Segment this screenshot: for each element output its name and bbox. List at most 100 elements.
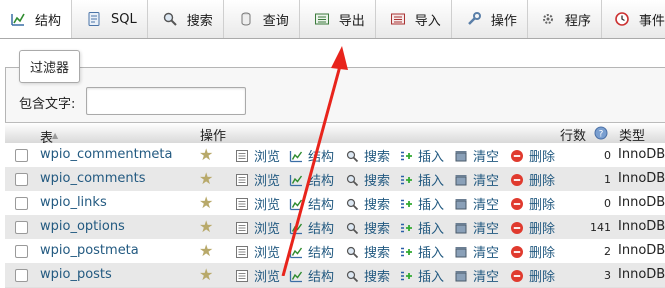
action-structure-label: 结构 [308, 222, 335, 237]
action-empty[interactable]: 清空 [454, 170, 499, 189]
action-empty-label: 清空 [473, 246, 500, 261]
favorite-star-icon[interactable]: ★ [199, 218, 213, 236]
action-empty[interactable]: 清空 [454, 146, 499, 165]
search-icon [345, 245, 359, 259]
action-search[interactable]: 搜索 [345, 218, 390, 237]
table-row: wpio_commentmeta ★ 浏览 结构 搜索 插入 清空 删除 0 InnoDB [5, 143, 665, 168]
action-insert[interactable]: 插入 [399, 218, 444, 237]
row-count: 0 [604, 149, 611, 162]
action-structure[interactable]: 结构 [289, 170, 334, 189]
action-insert[interactable]: 插入 [399, 242, 444, 261]
tab-structure[interactable]: 结构 [0, 0, 73, 38]
column-rows[interactable]: 行数 [560, 125, 586, 144]
action-insert[interactable]: 插入 [399, 146, 444, 165]
action-empty[interactable]: 清空 [454, 194, 499, 213]
drop-icon [510, 173, 524, 187]
action-search-label: 搜索 [364, 198, 391, 213]
action-browse[interactable]: 浏览 [235, 218, 280, 237]
action-search[interactable]: 搜索 [345, 170, 390, 189]
tab-query[interactable]: 查询 [224, 0, 300, 38]
action-drop[interactable]: 删除 [510, 194, 555, 213]
table-row: wpio_comments ★ 浏览 结构 搜索 插入 清空 删除 1 InnoDB [5, 167, 665, 192]
action-structure[interactable]: 结构 [289, 194, 334, 213]
action-search-label: 搜索 [364, 174, 391, 189]
column-table[interactable]: 表 ▲ [40, 125, 58, 146]
row-checkbox[interactable] [15, 197, 28, 210]
row-count: 2 [604, 245, 611, 258]
action-drop-label: 删除 [529, 246, 556, 261]
action-insert[interactable]: 插入 [399, 194, 444, 213]
table-header: 表 ▲ 操作 行数 ? 类型 [5, 122, 665, 146]
export-icon [314, 11, 330, 27]
tab-sql-label: SQL [111, 11, 137, 27]
browse-icon [235, 173, 249, 187]
tab-operations-label: 操作 [490, 13, 517, 29]
action-search-label: 搜索 [364, 246, 391, 261]
row-checkbox[interactable] [15, 245, 28, 258]
action-drop[interactable]: 删除 [510, 218, 555, 237]
row-checkbox[interactable] [15, 221, 28, 234]
table-name-link[interactable]: wpio_links [40, 195, 107, 210]
action-browse[interactable]: 浏览 [235, 146, 280, 165]
tab-sql[interactable]: SQL [72, 0, 148, 38]
insert-icon [399, 173, 413, 187]
action-drop-label: 删除 [529, 174, 556, 189]
favorite-star-icon[interactable]: ★ [199, 194, 213, 212]
action-structure-label: 结构 [308, 246, 335, 261]
favorite-star-icon[interactable]: ★ [199, 266, 213, 284]
filter-text-input[interactable] [86, 87, 246, 115]
tab-events[interactable]: 事件 [602, 0, 665, 38]
tab-routines[interactable]: 程序 [528, 0, 602, 38]
action-structure[interactable]: 结构 [289, 146, 334, 165]
action-drop[interactable]: 删除 [510, 242, 555, 261]
action-structure[interactable]: 结构 [289, 218, 334, 237]
row-checkbox[interactable] [15, 149, 28, 162]
action-insert[interactable]: 插入 [399, 170, 444, 189]
row-count: 141 [590, 221, 611, 234]
action-drop[interactable]: 删除 [510, 146, 555, 165]
table-name-link[interactable]: wpio_comments [40, 171, 146, 186]
tab-export[interactable]: 导出 [300, 0, 376, 38]
insert-icon [399, 197, 413, 211]
table-name-link[interactable]: wpio_postmeta [40, 243, 139, 258]
tab-search[interactable]: 搜索 [148, 0, 224, 38]
empty-icon [454, 221, 468, 235]
action-search[interactable]: 搜索 [345, 242, 390, 261]
action-browse[interactable]: 浏览 [235, 194, 280, 213]
tab-import[interactable]: 导入 [376, 0, 452, 38]
action-browse-label: 浏览 [254, 222, 281, 237]
table-name-link[interactable]: wpio_commentmeta [40, 147, 172, 162]
action-browse[interactable]: 浏览 [235, 242, 280, 261]
sort-asc-icon: ▲ [52, 131, 59, 140]
engine-type: InnoDB [618, 219, 665, 234]
filter-legend: 过滤器 [19, 50, 81, 83]
action-empty[interactable]: 清空 [454, 218, 499, 237]
action-search[interactable]: 搜索 [345, 146, 390, 165]
action-search-label: 搜索 [364, 222, 391, 237]
drop-icon [510, 197, 524, 211]
insert-icon [399, 221, 413, 235]
tab-routines-label: 程序 [564, 13, 591, 29]
action-insert-label: 插入 [418, 150, 445, 165]
structure-icon [289, 245, 303, 259]
action-drop[interactable]: 删除 [510, 170, 555, 189]
drop-icon [510, 221, 524, 235]
insert-icon [399, 149, 413, 163]
filter-label: 包含文字: [19, 97, 76, 112]
tab-operations[interactable]: 操作 [452, 0, 528, 38]
favorite-star-icon[interactable]: ★ [199, 242, 213, 260]
clock-icon [614, 11, 630, 27]
favorite-star-icon[interactable]: ★ [199, 146, 213, 164]
action-search[interactable]: 搜索 [345, 194, 390, 213]
favorite-star-icon[interactable]: ★ [199, 170, 213, 188]
help-icon[interactable]: ? [594, 126, 608, 144]
action-structure[interactable]: 结构 [289, 242, 334, 261]
search-icon [345, 221, 359, 235]
action-empty[interactable]: 清空 [454, 242, 499, 261]
action-insert-label: 插入 [418, 174, 445, 189]
row-checkbox[interactable] [15, 173, 28, 186]
search-icon [345, 173, 359, 187]
action-browse[interactable]: 浏览 [235, 170, 280, 189]
table-name-link[interactable]: wpio_options [40, 219, 125, 234]
table-name-link[interactable]: wpio_posts [40, 267, 112, 282]
